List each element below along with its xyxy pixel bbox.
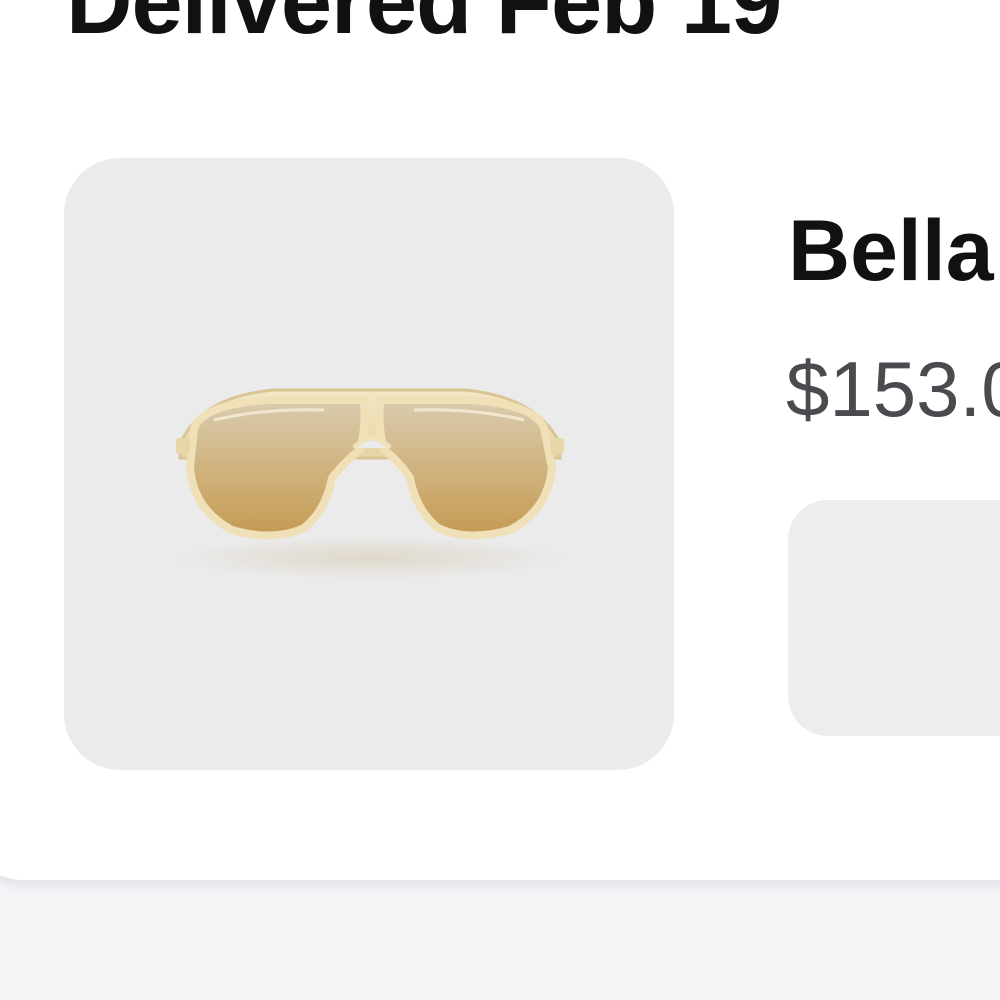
product-name[interactable]: Bella: [788, 208, 994, 294]
sunglasses-icon: [169, 388, 569, 580]
delivery-status-title: Delivered Feb 19: [66, 0, 782, 53]
product-action-button[interactable]: [788, 500, 1000, 736]
order-details-page: Delivered Feb 19 Bella $153.: [0, 0, 1000, 1000]
product-price: $153.0: [786, 345, 1000, 433]
product-image[interactable]: [64, 158, 674, 770]
